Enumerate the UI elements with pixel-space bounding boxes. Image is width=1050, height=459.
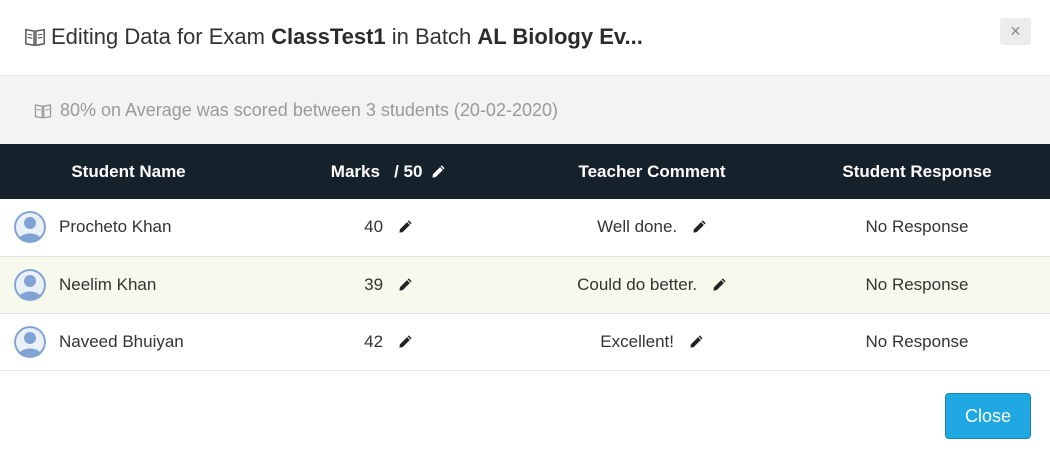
close-button[interactable]: Close (945, 393, 1031, 439)
table-row: Neelim Khan 39 Could do better. No Respo… (0, 256, 1050, 314)
batch-name: AL Biology Ev... (477, 24, 643, 49)
student-cell: Procheto Khan (0, 199, 257, 257)
header-marks: Marks / 50 (257, 144, 520, 199)
avatar (14, 325, 46, 358)
marks-cell: 42 (257, 313, 520, 371)
edit-comment-icon[interactable] (692, 219, 707, 234)
avatar (14, 211, 46, 244)
header-student-response: Student Response (784, 144, 1050, 199)
response-cell: No Response (784, 199, 1050, 257)
comment-cell: Excellent! (520, 313, 784, 371)
marks-table: Student Name Marks / 50 Teacher Comment … (0, 144, 1050, 371)
close-icon[interactable]: × (1000, 18, 1031, 45)
modal-header: Editing Data for Exam ClassTest1 in Batc… (0, 0, 1050, 76)
marks-cell: 40 (257, 199, 520, 257)
exam-name: ClassTest1 (271, 24, 386, 49)
teacher-comment: Well done. (597, 217, 678, 237)
student-response: No Response (865, 217, 969, 237)
student-name: Neelim Khan (59, 274, 157, 294)
header-student-name: Student Name (0, 144, 257, 199)
title-prefix: Editing Data for Exam (51, 24, 272, 49)
response-cell: No Response (784, 256, 1050, 314)
edit-marks-icon[interactable] (398, 219, 413, 234)
book-icon (25, 28, 45, 47)
table-row: Naveed Bhuiyan 42 Excellent! No Response (0, 313, 1050, 371)
header-marks-total: / 50 (394, 161, 423, 181)
marks-value: 42 (364, 331, 384, 351)
marks-value: 40 (364, 217, 384, 237)
student-cell: Naveed Bhuiyan (0, 313, 257, 371)
title-middle: in Batch (385, 24, 478, 49)
teacher-comment: Excellent! (600, 331, 674, 351)
book-icon (34, 103, 52, 119)
teacher-comment: Could do better. (577, 274, 698, 294)
student-name: Procheto Khan (59, 217, 172, 237)
edit-comment-icon[interactable] (689, 334, 704, 349)
average-info: 80% on Average was scored between 3 stud… (34, 100, 558, 121)
edit-comment-icon[interactable] (712, 277, 727, 292)
marks-cell: 39 (257, 256, 520, 314)
comment-cell: Could do better. (520, 256, 784, 314)
header-marks-label: Marks (330, 161, 380, 181)
student-name: Naveed Bhuiyan (59, 331, 184, 351)
student-response: No Response (865, 274, 969, 294)
edit-marks-icon[interactable] (398, 277, 413, 292)
edit-exam-modal: Editing Data for Exam ClassTest1 in Batc… (0, 0, 1050, 459)
student-cell: Neelim Khan (0, 256, 257, 314)
comment-cell: Well done. (520, 199, 784, 257)
marks-value: 39 (364, 274, 384, 294)
response-cell: No Response (784, 313, 1050, 371)
edit-marks-icon[interactable] (398, 334, 413, 349)
avatar (14, 268, 46, 301)
edit-total-marks-icon[interactable] (431, 164, 446, 179)
header-teacher-comment: Teacher Comment (520, 144, 784, 199)
table-header-row: Student Name Marks / 50 Teacher Comment … (0, 144, 1050, 199)
student-response: No Response (865, 331, 969, 351)
average-info-text: 80% on Average was scored between 3 stud… (60, 100, 558, 120)
average-info-bar: 80% on Average was scored between 3 stud… (0, 76, 1050, 144)
modal-title: Editing Data for Exam ClassTest1 in Batc… (24, 24, 643, 50)
table-row: Procheto Khan 40 Well done. No Response (0, 199, 1050, 257)
